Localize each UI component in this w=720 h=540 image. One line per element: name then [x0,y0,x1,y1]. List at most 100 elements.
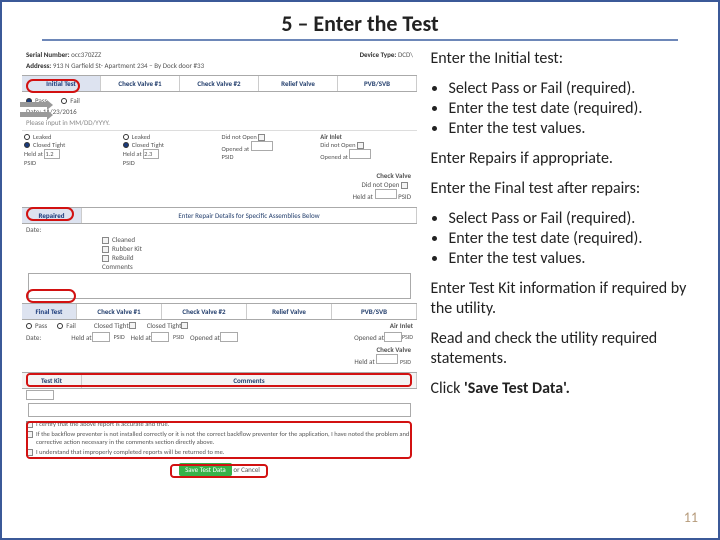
disclaimer-2: If the backflow preventer is not install… [36,430,413,446]
final-list: Select Pass or Fail (required). Enter th… [430,209,708,269]
click-prefix: Click [430,379,464,398]
held-at-input[interactable] [92,332,110,342]
rebuild-check[interactable] [102,255,109,262]
list-item: Select Pass or Fail (required). [448,79,708,99]
opened-at-input[interactable] [220,332,238,342]
address-value: 913 N Garfield St- Apartment 234 – By Do… [53,61,204,70]
form-screenshot: Serial Number: occ370ZZZ Device Type: DC… [22,49,418,499]
page-number: 11 [684,509,698,526]
did-not-open-check[interactable] [401,182,408,189]
tab-check-valve-2[interactable]: Check Valve #2 [180,76,259,91]
list-item: Enter the test values. [448,249,708,269]
air-inlet-label: Air Inlet [390,321,413,330]
device-value: DCD\ [398,50,413,59]
pass-radio[interactable] [26,323,32,329]
annotation-arrow [20,112,48,117]
repair-date-label: Date: [26,225,41,234]
fail-label: Fail [66,321,76,330]
tab-relief-valve[interactable]: Relief Valve [259,76,338,91]
did-not-open-label: Did not Open [361,180,399,189]
test-kit-select[interactable] [26,390,54,400]
slide-title: 5 – Enter the Test [42,2,678,41]
list-item: Enter the test date (required). [448,229,708,249]
initial-heading: Enter the Initial test: [430,49,708,69]
did-not-open-label: Did not Open [320,141,355,149]
closed-tight-radio[interactable] [123,142,129,148]
did-not-open-check[interactable] [357,142,364,149]
comments-header: Comments [82,373,417,388]
fail-label: Fail [70,96,80,105]
tab-pvb-svb[interactable]: PVB/SVB [338,76,417,91]
opened-at-label: Opened at [354,333,384,342]
leaked-radio[interactable] [123,134,129,140]
testkit-text: Enter Test Kit information if required b… [430,279,708,319]
cleaned-label: Cleaned [112,235,135,244]
psid-label: PSID [222,153,234,161]
disclaimer-1: I certify that the above report is accur… [36,420,169,428]
tab-check-valve-1[interactable]: Check Valve #1 [101,76,180,91]
tab-test-kit[interactable]: Test Kit [22,373,82,388]
check-valve-label: Check Valve [28,171,411,180]
click-bold: 'Save Test Data'. [464,379,570,398]
closed-tight-label: Closed Tight [147,321,182,330]
rubber-kit-check[interactable] [102,246,109,253]
click-text: Click 'Save Test Data'. [430,379,708,399]
final-heading: Enter the Final test after repairs: [430,179,708,199]
closed-tight-label: Closed Tight [94,321,129,330]
held-at-input[interactable]: 2.3 [143,149,159,159]
cleaned-check[interactable] [102,237,109,244]
opened-at-input[interactable] [349,149,371,159]
check-valve-label: Check Valve [28,345,411,354]
fail-radio[interactable] [57,323,63,329]
opened-at-input[interactable] [384,332,402,342]
air-inlet-label: Air Inlet [320,133,415,141]
read-text: Read and check the utility required stat… [430,329,708,369]
device-label: Device Type: [360,50,397,59]
disclaimer-1-check[interactable] [26,421,33,428]
held-at-input[interactable] [376,354,398,364]
initial-list: Select Pass or Fail (required). Enter th… [430,79,708,139]
cancel-link[interactable]: or Cancel [233,465,260,474]
comments-textarea-2[interactable] [28,403,411,417]
leaked-radio[interactable] [24,134,30,140]
did-not-open-label: Did not Open [222,133,257,141]
held-at-input[interactable] [375,189,397,199]
closed-tight-check[interactable] [181,322,188,329]
serial-value: occ370ZZZ [71,50,101,59]
date-label: Date: [26,333,41,342]
serial-label: Serial Number: [26,50,70,59]
tab-pvb-svb[interactable]: PVB/SVB [332,304,417,319]
closed-tight-label: Closed Tight [33,141,65,149]
main-content: Serial Number: occ370ZZZ Device Type: DC… [2,41,718,499]
disclaimer-2-check[interactable] [26,431,33,438]
instructions-panel: Enter the Initial test: Select Pass or F… [430,49,708,499]
closed-tight-radio[interactable] [24,142,30,148]
tab-relief-valve[interactable]: Relief Valve [247,304,332,319]
fail-radio[interactable] [61,98,67,104]
opened-at-input[interactable] [251,141,273,151]
repair-details-header: Enter Repair Details for Specific Assemb… [82,208,417,223]
leaked-label: Leaked [132,133,150,141]
tab-check-valve-2[interactable]: Check Valve #2 [162,304,247,319]
repairs-text: Enter Repairs if appropriate. [430,149,708,169]
tab-final-test[interactable]: Final Test [22,304,77,319]
held-at-label: Held at [131,333,151,342]
held-at-label: Held at [24,150,43,158]
comments-textarea[interactable] [28,273,411,299]
rebuild-label: ReBuild [112,253,134,262]
pass-label: Pass [35,321,47,330]
opened-at-label: Opened at [222,145,250,153]
closed-tight-check[interactable] [129,322,136,329]
tab-repaired[interactable]: Repaired [22,208,82,223]
opened-at-label: Opened at [320,153,348,161]
disclaimer-3-check[interactable] [26,449,33,456]
psid-label: PSID [398,192,411,201]
held-at-input[interactable] [151,332,169,342]
list-item: Enter the test date (required). [448,99,708,119]
tab-check-valve-1[interactable]: Check Valve #1 [77,304,162,319]
disclaimer-3: I understand that improperly completed r… [36,448,224,456]
tab-initial-test[interactable]: Initial Test [22,76,101,91]
did-not-open-check[interactable] [258,134,265,141]
save-button[interactable]: Save Test Data [179,463,232,476]
held-at-input[interactable]: 1.2 [44,149,60,159]
